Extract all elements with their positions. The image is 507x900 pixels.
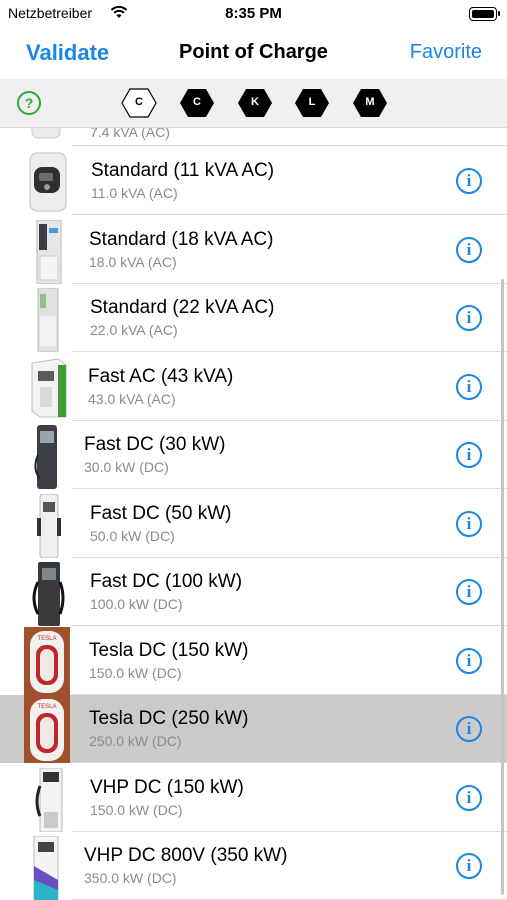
info-icon[interactable]: i — [456, 168, 482, 194]
item-subtitle: 350.0 kW (DC) — [84, 870, 177, 886]
info-icon[interactable]: i — [456, 853, 482, 879]
item-title: Standard (22 kVA AC) — [90, 297, 275, 318]
list-item[interactable]: Fast DC (30 kW) 30.0 kW (DC) i — [0, 421, 507, 489]
list-item[interactable]: Fast DC (100 kW) 100.0 kW (DC) i — [0, 558, 507, 626]
navigation-bar: Validate Point of Charge Favorite — [0, 28, 507, 78]
info-icon[interactable]: i — [456, 511, 482, 537]
info-icon[interactable]: i — [456, 305, 482, 331]
item-title: Fast DC (30 kW) — [84, 434, 226, 455]
charger-list[interactable]: 7.4 kVA (AC) Standard (11 kVA AC) 11.0 k… — [0, 128, 507, 900]
clock: 8:35 PM — [225, 5, 282, 22]
connector-filter-k[interactable]: K — [237, 88, 273, 118]
favorite-button[interactable]: Favorite — [410, 41, 482, 64]
charger-thumbnail — [30, 562, 66, 626]
list-item[interactable]: Fast AC (43 kVA) 43.0 kVA (AC) i — [0, 353, 507, 421]
list-item[interactable]: 7.4 kVA (AC) — [0, 128, 507, 146]
item-title: Standard (18 kVA AC) — [89, 229, 274, 250]
info-icon[interactable]: i — [456, 648, 482, 674]
scrollbar[interactable] — [501, 279, 504, 895]
item-subtitle: 22.0 kVA (AC) — [90, 322, 178, 338]
charger-thumbnail: TESLA — [24, 627, 70, 695]
chip-label: M — [365, 96, 375, 108]
item-subtitle: 11.0 kVA (AC) — [91, 185, 178, 201]
info-icon[interactable]: i — [456, 237, 482, 263]
charger-thumbnail — [28, 835, 64, 900]
item-title: Fast DC (50 kW) — [90, 503, 232, 524]
item-title: Standard (11 kVA AC) — [91, 160, 275, 181]
list-item[interactable]: Standard (18 kVA AC) 18.0 kVA (AC) i — [0, 216, 507, 285]
info-icon[interactable]: i — [456, 716, 482, 742]
status-bar: Netzbetreiber 8:35 PM — [0, 0, 507, 28]
connector-filter-c[interactable]: C — [179, 88, 215, 118]
connector-filter-c-outline[interactable]: C — [121, 88, 157, 118]
list-item[interactable]: Fast DC (50 kW) 50.0 kW (DC) i — [0, 490, 507, 559]
item-subtitle: 43.0 kVA (AC) — [88, 391, 176, 407]
chip-label: K — [251, 96, 259, 108]
item-title: Tesla DC (150 kW) — [89, 640, 249, 661]
tesla-logo-text: TESLA — [37, 636, 56, 642]
connector-filter-l[interactable]: L — [294, 88, 330, 118]
charger-thumbnail — [28, 357, 70, 418]
charger-thumbnail — [24, 151, 72, 212]
item-subtitle: 150.0 kW (DC) — [90, 802, 183, 818]
item-title: Fast DC (100 kW) — [90, 571, 243, 592]
item-subtitle: 100.0 kW (DC) — [90, 596, 183, 612]
connector-filter-m[interactable]: M — [352, 88, 388, 118]
list-item[interactable]: TESLA Tesla DC (150 kW) 150.0 kW (DC) i — [0, 627, 507, 695]
connector-filter-bar: ? C C K L M — [0, 79, 507, 128]
item-subtitle: 30.0 kW (DC) — [84, 459, 169, 475]
item-subtitle: 50.0 kW (DC) — [90, 528, 175, 544]
item-subtitle: 250.0 kW (DC) — [89, 733, 182, 749]
tesla-logo-text: TESLA — [37, 704, 56, 710]
charger-thumbnail — [34, 767, 66, 833]
list-item[interactable]: VHP DC 800V (350 kW) 350.0 kW (DC) i — [0, 832, 507, 900]
item-subtitle: 7.4 kVA (AC) — [90, 128, 170, 140]
charger-thumbnail — [36, 493, 62, 559]
battery-icon — [469, 7, 500, 21]
info-icon[interactable]: i — [456, 442, 482, 468]
info-icon[interactable]: i — [456, 785, 482, 811]
info-icon[interactable]: i — [456, 579, 482, 605]
info-icon[interactable]: i — [456, 374, 482, 400]
charger-thumbnail — [33, 287, 63, 353]
item-title: Tesla DC (250 kW) — [89, 708, 249, 729]
charger-thumbnail — [34, 425, 60, 489]
chip-label: C — [193, 96, 201, 108]
list-item[interactable]: Standard (22 kVA AC) 22.0 kVA (AC) i — [0, 284, 507, 353]
charger-thumbnail — [34, 219, 64, 285]
help-icon[interactable]: ? — [17, 91, 41, 115]
list-item[interactable]: Standard (11 kVA AC) 11.0 kVA (AC) i — [0, 147, 507, 215]
item-subtitle: 18.0 kVA (AC) — [89, 254, 177, 270]
charger-thumbnail — [28, 128, 64, 142]
charger-thumbnail: TESLA — [24, 695, 70, 763]
chip-label: C — [135, 96, 143, 108]
item-title: VHP DC (150 kW) — [90, 777, 244, 798]
item-subtitle: 150.0 kW (DC) — [89, 665, 182, 681]
item-title: VHP DC 800V (350 kW) — [84, 845, 288, 866]
item-title: Fast AC (43 kVA) — [88, 366, 234, 387]
list-item[interactable]: VHP DC (150 kW) 150.0 kW (DC) i — [0, 764, 507, 833]
chip-label: L — [308, 96, 316, 108]
list-item-selected[interactable]: TESLA Tesla DC (250 kW) 250.0 kW (DC) i — [0, 695, 507, 763]
